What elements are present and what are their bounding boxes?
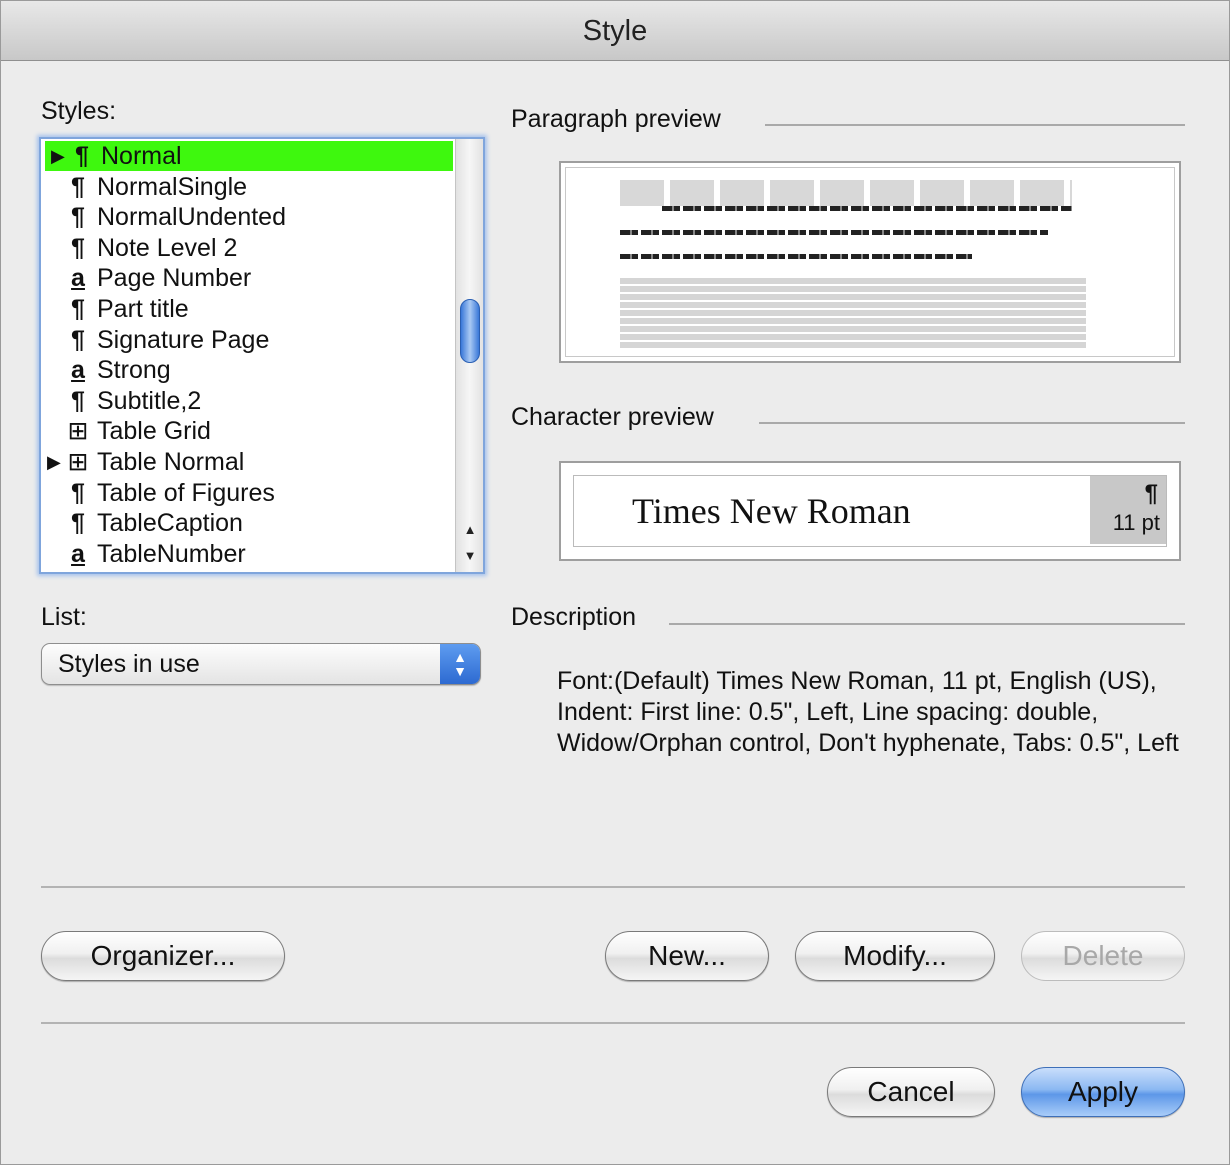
styles-scrollbar[interactable]: ▲ ▼ [455, 139, 483, 572]
scroll-down-arrow-icon[interactable]: ▼ [456, 543, 483, 569]
style-description-text: Font:(Default) Times New Roman, 11 pt, E… [557, 667, 1179, 757]
paragraph-style-icon: ¶ [71, 386, 85, 415]
paragraph-style-icon: ¶ [71, 203, 85, 232]
list-filter-value: Styles in use [58, 650, 200, 678]
font-size-panel: ¶ 11 pt [1090, 476, 1166, 544]
paragraph-preview-divider [765, 124, 1185, 126]
stepper-up-icon: ▲ [453, 649, 467, 665]
stepper-down-icon: ▼ [453, 663, 467, 679]
expand-triangle-icon[interactable]: ▶ [51, 141, 65, 171]
scroll-thumb[interactable] [460, 299, 480, 363]
style-list-item[interactable]: a Page Number [41, 263, 451, 293]
font-size-label: 11 pt [1112, 510, 1160, 535]
preview-sample-line [662, 206, 1072, 211]
paragraph-style-icon: ¶ [71, 172, 85, 201]
cancel-button[interactable]: Cancel [827, 1067, 995, 1117]
separator-upper [41, 886, 1185, 888]
organizer-button[interactable]: Organizer... [41, 931, 285, 981]
styles-label: Styles: [41, 97, 117, 125]
paragraph-style-icon: ¶ [71, 233, 85, 262]
pilcrow-icon: ¶ [1144, 480, 1158, 507]
description-label: Description [511, 603, 637, 631]
modify-style-button[interactable]: Modify... [795, 931, 995, 981]
style-list-item[interactable]: a TableNumber [41, 539, 451, 569]
table-style-icon: ⊞ [67, 448, 89, 476]
style-list-item[interactable]: ▶ ¶ Normal [45, 141, 453, 171]
paragraph-preview-label: Paragraph preview [511, 105, 721, 133]
character-preview-label: Character preview [511, 403, 714, 431]
styles-list[interactable]: a TableNumber ¶ TableCaption ¶ Table of Figur… [39, 137, 485, 574]
style-dialog: Style Styles: a TableNumber ¶ TableCaption ¶… [0, 0, 1230, 1165]
character-preview-sample: Times New Roman ¶ 11 pt [573, 475, 1167, 547]
style-name-label: Subtitle,2 [97, 386, 202, 415]
style-name-label: Page Number [97, 264, 252, 293]
style-list-item[interactable]: ¶ Subtitle,2 [41, 386, 451, 416]
style-name-label: Table Grid [97, 417, 211, 446]
style-name-label: Table Normal [97, 448, 245, 476]
style-name-label: TableNumber [97, 539, 246, 568]
list-filter-select[interactable]: Styles in use ▲ ▼ [41, 643, 481, 685]
paragraph-style-icon: ¶ [75, 142, 89, 170]
style-list-item[interactable]: ▶ ⊞ Table Normal [41, 447, 451, 477]
style-list-item[interactable]: ¶ Note Level 2 [41, 233, 451, 263]
paragraph-style-icon: ¶ [71, 295, 85, 323]
style-name-label: Strong [97, 356, 171, 385]
description-divider [669, 623, 1185, 625]
character-style-icon: a [71, 539, 85, 568]
style-list-item[interactable]: a Strong [41, 355, 451, 385]
character-style-icon: a [71, 356, 85, 385]
select-stepper-icon: ▲ ▼ [440, 644, 480, 684]
preview-sample-line [620, 230, 1048, 235]
paragraph-style-icon: ¶ [71, 325, 85, 354]
scroll-up-arrow-icon[interactable]: ▲ [456, 517, 483, 543]
preview-following-text [620, 276, 1086, 348]
paragraph-preview-page [565, 167, 1175, 357]
expand-triangle-icon[interactable]: ▶ [47, 447, 61, 477]
style-list-item[interactable]: ¶ Table of Figures [41, 478, 451, 508]
table-style-icon: ⊞ [67, 417, 89, 446]
paragraph-style-icon: ¶ [71, 478, 85, 507]
style-name-label: NormalUndented [97, 203, 286, 232]
style-list-item[interactable]: ¶ NormalSingle [41, 172, 451, 202]
style-name-label: Normal [101, 142, 182, 170]
apply-button[interactable]: Apply [1021, 1067, 1185, 1117]
style-name-label: Part title [97, 295, 189, 323]
character-style-icon: a [71, 264, 85, 293]
paragraph-preview-box [559, 161, 1181, 363]
style-name-label: Table of Figures [97, 478, 275, 507]
character-preview-divider [759, 422, 1185, 424]
style-list-item[interactable]: ¶ Signature Page [41, 325, 451, 355]
style-list-item[interactable]: ⊞ Table Grid [41, 416, 451, 446]
window-title: Style [1, 1, 1229, 61]
preview-previous-text [620, 192, 1072, 206]
list-label: List: [41, 603, 87, 631]
style-name-label: Signature Page [97, 325, 270, 354]
new-style-button[interactable]: New... [605, 931, 769, 981]
delete-style-button[interactable]: Delete [1021, 931, 1185, 981]
style-list-item[interactable]: ¶ TableCaption [41, 508, 451, 538]
font-name-sample: Times New Roman [632, 491, 911, 531]
style-name-label: Note Level 2 [97, 233, 238, 262]
character-preview-box: Times New Roman ¶ 11 pt [559, 461, 1181, 561]
style-list-item[interactable]: ¶ NormalUndented [41, 202, 451, 232]
style-list-item[interactable]: ¶ Part title [41, 294, 451, 324]
paragraph-style-icon: ¶ [71, 509, 85, 538]
style-name-label: NormalSingle [97, 172, 248, 201]
preview-sample-line [620, 254, 972, 259]
style-name-label: TableCaption [97, 509, 243, 538]
separator-lower [41, 1022, 1185, 1024]
